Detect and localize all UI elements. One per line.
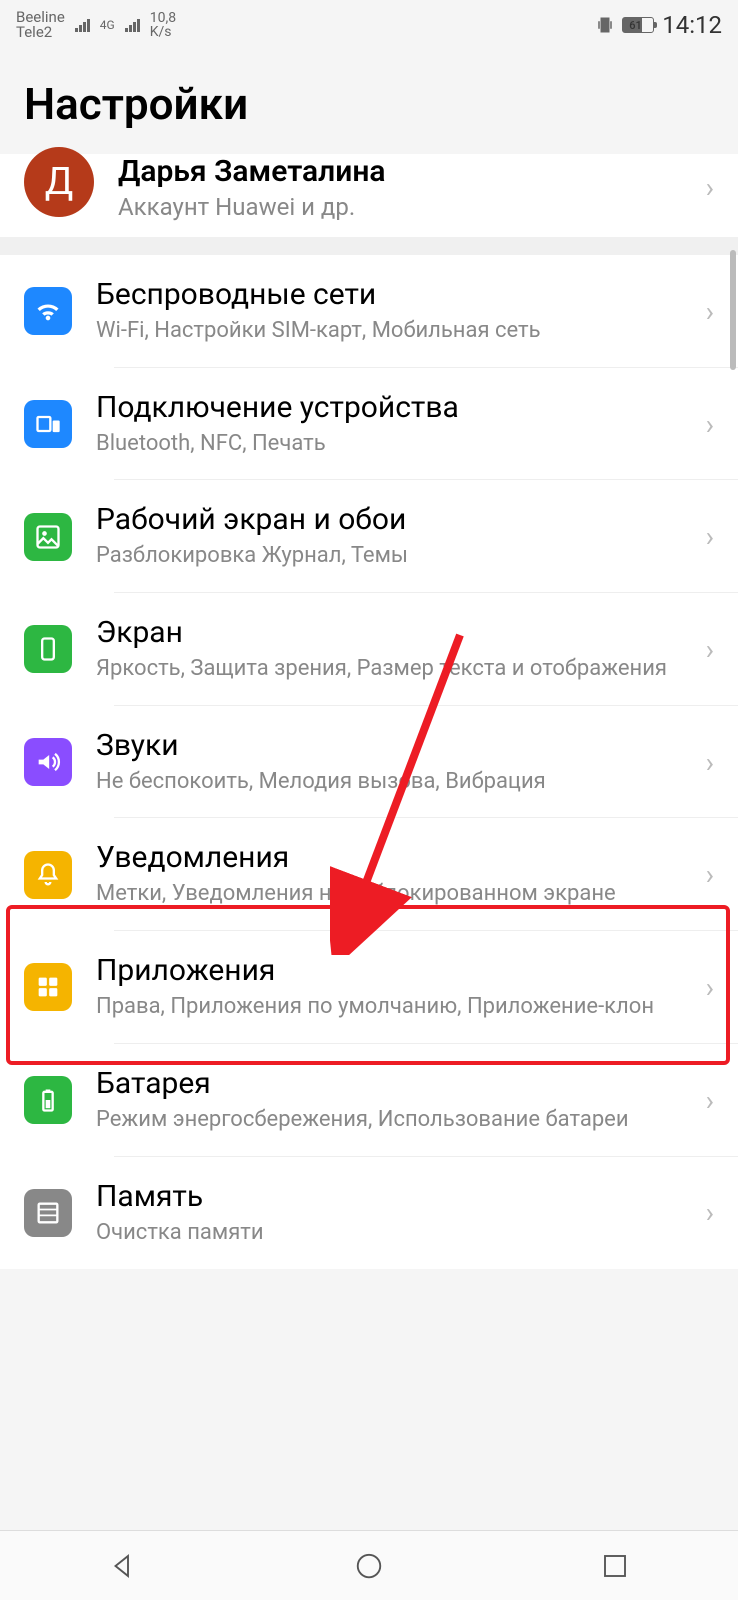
settings-item-sound[interactable]: Звуки Не беспокоить, Мелодия вызова, Виб… (24, 706, 738, 819)
item-sub: Права, Приложения по умолчанию, Приложен… (96, 992, 706, 1022)
item-sub: Яркость, Защита зрения, Размер текста и … (96, 654, 706, 684)
settings-item-bell[interactable]: Уведомления Метки, Уведомления на заблок… (24, 818, 738, 931)
chevron-right-icon: › (706, 408, 714, 441)
account-row[interactable]: Д Дарья Заметалина Аккаунт Huawei и др. … (0, 154, 738, 237)
carrier-2: Tele2 (16, 25, 65, 40)
item-title: Память (96, 1179, 706, 1214)
storage-icon (24, 1189, 72, 1237)
chevron-right-icon: › (706, 971, 714, 1004)
chevron-right-icon: › (706, 746, 714, 779)
vibrate-icon (596, 16, 614, 34)
battery-icon: 61 (622, 17, 654, 33)
item-title: Батарея (96, 1066, 706, 1101)
item-sub: Метки, Уведомления на заблокированном эк… (96, 879, 706, 909)
status-bar: Beeline Tele2 4G 10,8 K/s 61 14:12 (0, 0, 738, 50)
settings-list: Беспроводные сети Wi-Fi, Настройки SIM-к… (0, 255, 738, 1269)
item-sub: Bluetooth, NFC, Печать (96, 429, 706, 459)
signal-icon (75, 18, 90, 32)
settings-item-wifi[interactable]: Беспроводные сети Wi-Fi, Настройки SIM-к… (24, 255, 738, 368)
item-sub: Режим энергосбережения, Использование ба… (96, 1105, 706, 1135)
item-title: Звуки (96, 728, 706, 763)
chevron-right-icon: › (706, 858, 714, 891)
page-title: Настройки (0, 50, 738, 154)
bell-icon (24, 851, 72, 899)
item-title: Рабочий экран и обои (96, 502, 706, 537)
scrollbar[interactable] (730, 250, 736, 370)
settings-item-battery[interactable]: Батарея Режим энергосбережения, Использо… (24, 1044, 738, 1157)
phone-icon (24, 625, 72, 673)
sound-icon (24, 738, 72, 786)
settings-item-apps[interactable]: Приложения Права, Приложения по умолчани… (24, 931, 738, 1044)
account-sub: Аккаунт Huawei и др. (118, 193, 706, 221)
devices-icon (24, 400, 72, 448)
nav-home[interactable] (354, 1551, 384, 1581)
chevron-right-icon: › (706, 171, 714, 204)
settings-item-phone[interactable]: Экран Яркость, Защита зрения, Размер тек… (24, 593, 738, 706)
item-title: Беспроводные сети (96, 277, 706, 312)
settings-item-image[interactable]: Рабочий экран и обои Разблокировка Журна… (24, 480, 738, 593)
nav-recent[interactable] (600, 1551, 630, 1581)
chevron-right-icon: › (706, 633, 714, 666)
nav-back[interactable] (108, 1551, 138, 1581)
item-title: Экран (96, 615, 706, 650)
speed-value: 10,8 (150, 11, 176, 25)
wifi-icon (24, 287, 72, 335)
item-sub: Не беспокоить, Мелодия вызова, Вибрация (96, 767, 706, 797)
image-icon (24, 513, 72, 561)
chevron-right-icon: › (706, 1084, 714, 1117)
item-title: Приложения (96, 953, 706, 988)
settings-item-devices[interactable]: Подключение устройства Bluetooth, NFC, П… (24, 368, 738, 481)
item-title: Подключение устройства (96, 390, 706, 425)
chevron-right-icon: › (706, 295, 714, 328)
item-sub: Очистка памяти (96, 1218, 706, 1248)
chevron-right-icon: › (706, 1196, 714, 1229)
speed-unit: K/s (150, 25, 172, 39)
nav-bar (0, 1530, 738, 1600)
battery-icon (24, 1076, 72, 1124)
item-title: Уведомления (96, 840, 706, 875)
account-name: Дарья Заметалина (118, 154, 706, 189)
avatar: Д (24, 147, 94, 217)
network-type: 4G (100, 18, 115, 32)
clock: 14:12 (662, 11, 722, 39)
signal-icon-2 (125, 18, 140, 32)
chevron-right-icon: › (706, 520, 714, 553)
settings-item-storage[interactable]: Память Очистка памяти › (24, 1157, 738, 1270)
apps-icon (24, 963, 72, 1011)
item-sub: Wi-Fi, Настройки SIM-карт, Мобильная сет… (96, 316, 706, 346)
item-sub: Разблокировка Журнал, Темы (96, 541, 706, 571)
